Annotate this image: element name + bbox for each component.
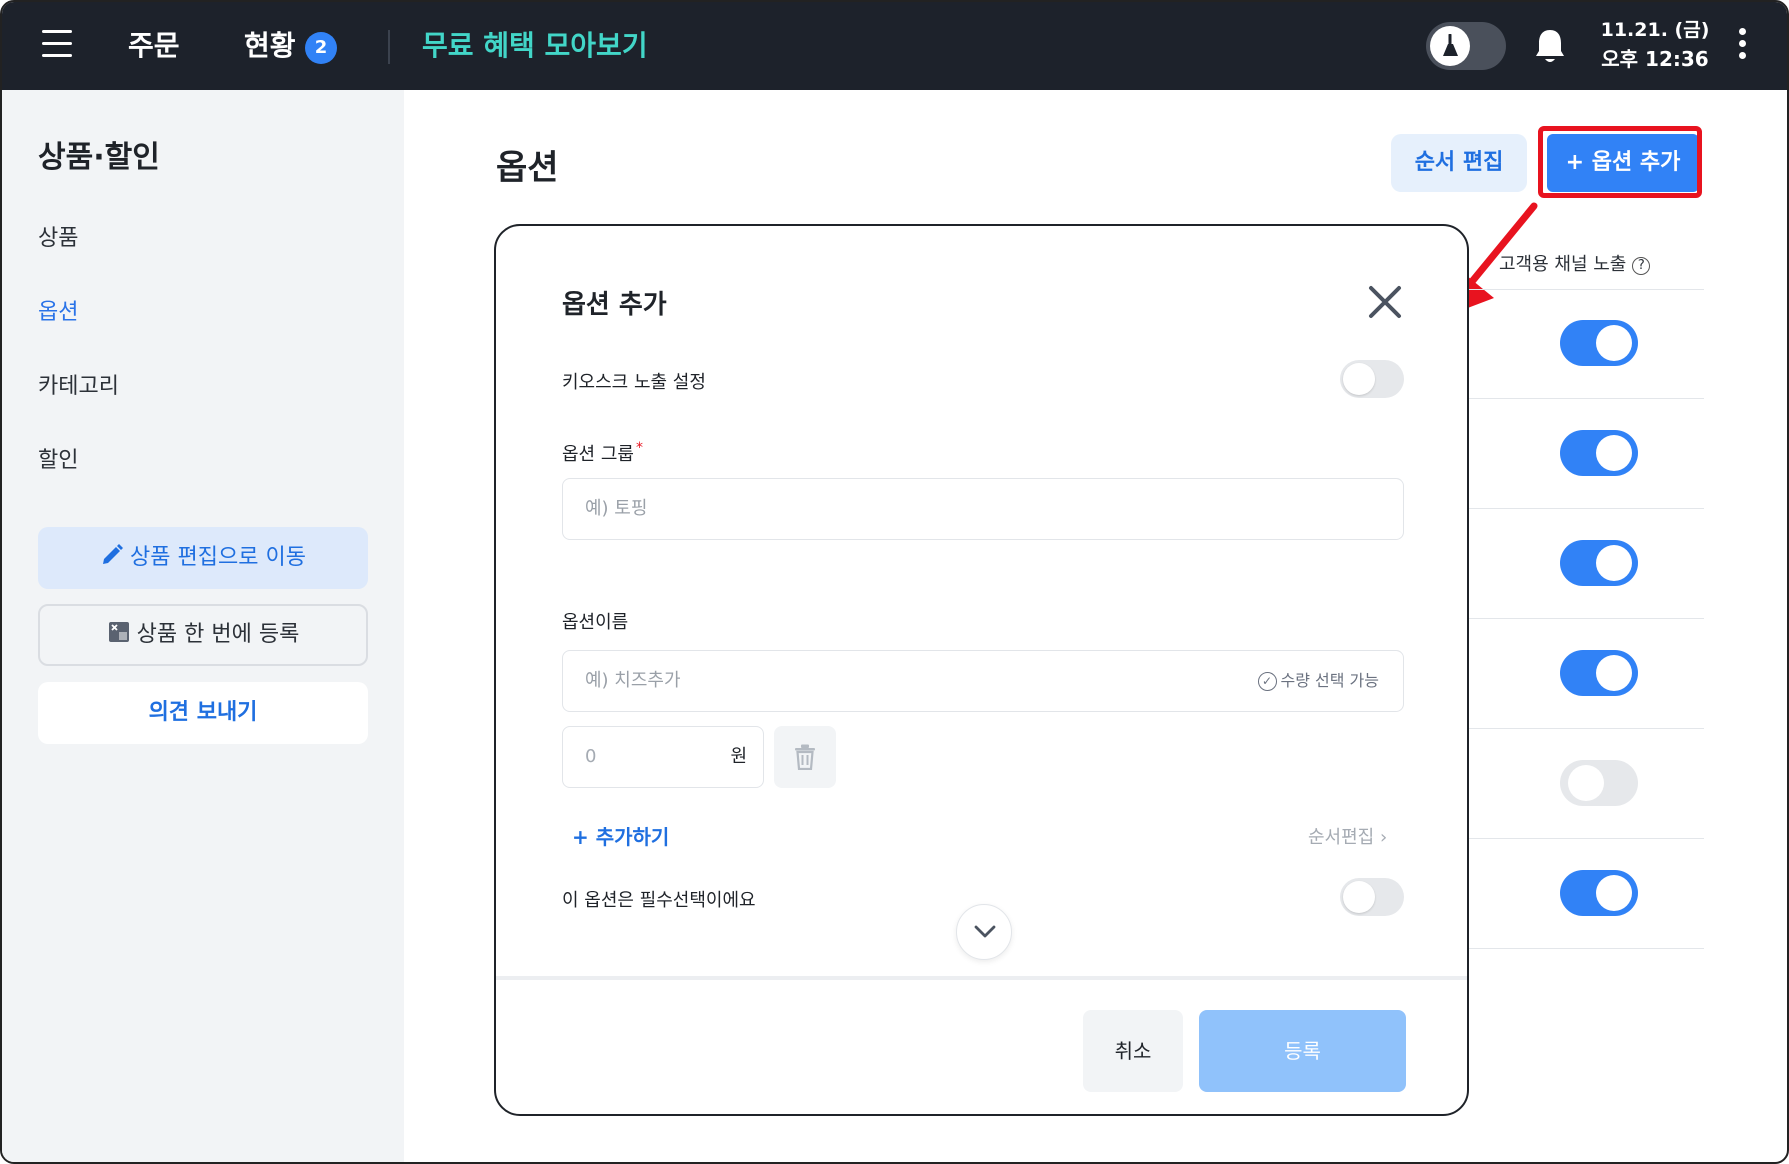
theme-toggle[interactable]: [1426, 22, 1506, 70]
qty-selectable-checkbox[interactable]: ✓ 수량 선택 가능: [1257, 651, 1380, 711]
option-name-input[interactable]: 예) 치즈추가 ✓ 수량 선택 가능: [562, 650, 1404, 712]
channel-toggle[interactable]: [1560, 540, 1638, 586]
customer-channel-label: 고객용 채널 노출: [1499, 254, 1627, 275]
menu-icon[interactable]: [42, 30, 74, 60]
nav-free-benefits[interactable]: 무료 혜택 모아보기: [422, 24, 648, 64]
option-group-placeholder: 예) 토핑: [585, 498, 648, 519]
bulk-register-label: 상품 한 번에 등록: [136, 622, 300, 647]
required-mark: *: [635, 440, 643, 456]
nav-divider: [388, 30, 390, 64]
clock: 11.21. (금) 오후 12:36: [1600, 16, 1710, 74]
bulk-register-button[interactable]: 상품 한 번에 등록: [38, 604, 368, 666]
spreadsheet-icon: [108, 622, 129, 642]
go-to-product-edit-button[interactable]: 상품 편집으로 이동: [38, 527, 368, 589]
sidebar: 상품·할인 상품 옵션 카테고리 할인 상품 편집으로 이동 상품 한 번에 등…: [2, 90, 404, 1162]
modal-footer-divider: [496, 976, 1467, 980]
clock-time: 오후 12:36: [1601, 47, 1709, 71]
chevron-down-icon: [974, 925, 996, 938]
delete-option-button[interactable]: [774, 726, 836, 788]
row-divider: [1468, 289, 1704, 290]
kiosk-display-label: 키오스크 노출 설정: [562, 372, 706, 393]
check-circle-icon: ✓: [1257, 672, 1277, 691]
bell-icon[interactable]: [1533, 27, 1567, 65]
row-divider: [1468, 838, 1704, 839]
order-edit-button[interactable]: 순서 편집: [1391, 134, 1527, 192]
option-group-label: 옵션 그룹 *: [562, 440, 643, 466]
customer-channel-header: 고객용 채널 노출?: [1499, 250, 1651, 276]
order-edit-link[interactable]: 순서편집 ›: [1308, 823, 1387, 849]
register-button[interactable]: 등록: [1199, 1010, 1406, 1092]
row-divider: [1468, 618, 1704, 619]
nav-order[interactable]: 주문: [128, 24, 180, 64]
channel-toggle[interactable]: [1560, 430, 1638, 476]
page-title: 옵션: [496, 148, 559, 188]
channel-toggle[interactable]: [1560, 870, 1638, 916]
required-option-toggle[interactable]: [1340, 878, 1404, 916]
sidebar-item-discounts[interactable]: 할인: [38, 442, 78, 474]
row-divider: [1468, 398, 1704, 399]
status-badge: 2: [305, 32, 337, 64]
sidebar-item-options[interactable]: 옵션: [38, 294, 78, 326]
sidebar-title: 상품·할인: [38, 140, 160, 175]
required-option-label: 이 옵션은 필수선택이에요: [562, 890, 756, 911]
pencil-icon: [103, 544, 124, 564]
more-icon[interactable]: [1732, 28, 1752, 64]
scroll-down-button[interactable]: [956, 904, 1012, 960]
qty-selectable-label: 수량 선택 가능: [1280, 671, 1380, 690]
option-group-input[interactable]: 예) 토핑: [562, 478, 1404, 540]
option-name-label: 옵션이름: [562, 612, 629, 633]
cancel-button[interactable]: 취소: [1083, 1010, 1183, 1092]
option-group-label-text: 옵션 그룹: [562, 444, 634, 465]
price-value: 0: [585, 746, 597, 767]
brush-icon: [1443, 34, 1458, 56]
add-option-modal: 옵션 추가 키오스크 노출 설정 옵션 그룹 * 예) 토핑 옵션이름 예) 치즈…: [494, 224, 1469, 1116]
channel-toggle[interactable]: [1560, 760, 1638, 806]
clock-date: 11.21. (금): [1600, 19, 1710, 41]
nav-status[interactable]: 현황: [244, 24, 296, 64]
kiosk-display-toggle[interactable]: [1340, 360, 1404, 398]
sidebar-item-categories[interactable]: 카테고리: [38, 368, 119, 400]
send-feedback-button[interactable]: 의견 보내기: [38, 682, 368, 744]
channel-toggle[interactable]: [1560, 320, 1638, 366]
price-unit: 원: [730, 746, 747, 767]
option-price-input[interactable]: 0 원: [562, 726, 764, 788]
modal-title: 옵션 추가: [562, 290, 667, 320]
option-name-placeholder: 예) 치즈추가: [585, 670, 681, 691]
close-icon[interactable]: [1365, 282, 1405, 322]
help-icon[interactable]: ?: [1632, 257, 1651, 275]
row-divider: [1468, 948, 1704, 949]
top-bar: 주문 현황 2 무료 혜택 모아보기 11.21. (금) 오후 12:36: [2, 2, 1787, 90]
add-more-link[interactable]: + 추가하기: [572, 821, 669, 850]
sidebar-item-products[interactable]: 상품: [38, 220, 78, 252]
theme-knob: [1430, 26, 1470, 66]
app-window: 주문 현황 2 무료 혜택 모아보기 11.21. (금) 오후 12:36 상…: [0, 0, 1789, 1164]
trash-icon: [795, 744, 815, 770]
row-divider: [1468, 508, 1704, 509]
row-divider: [1468, 728, 1704, 729]
go-to-product-edit-label: 상품 편집으로 이동: [130, 545, 306, 570]
channel-toggle[interactable]: [1560, 650, 1638, 696]
annotation-highlight-box: [1538, 126, 1702, 198]
